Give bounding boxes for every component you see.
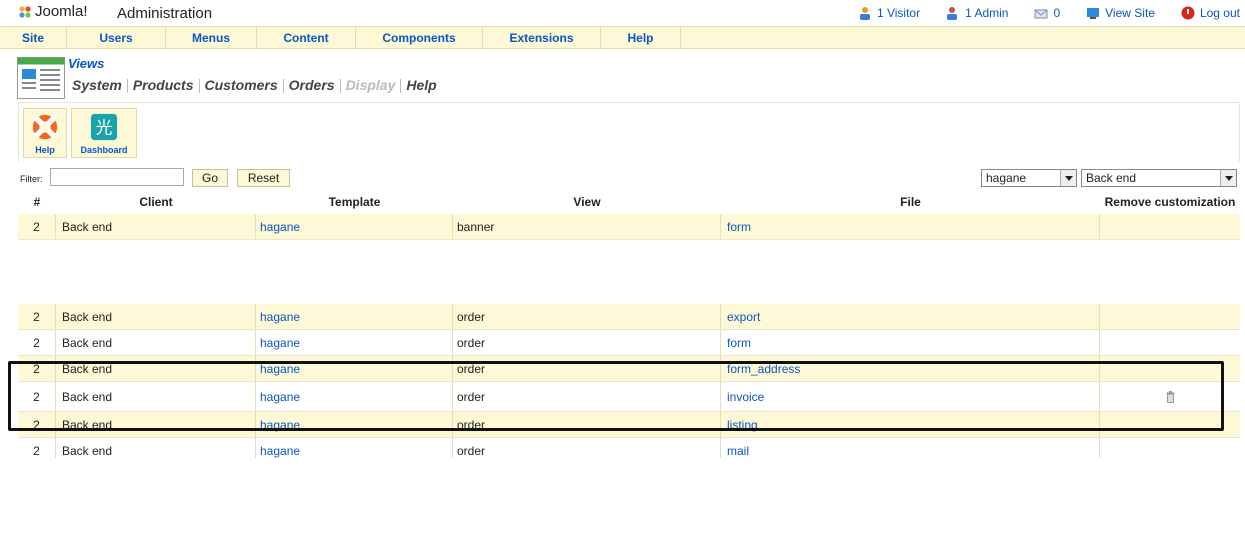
row-view: banner — [453, 214, 721, 239]
row-client: Back end — [56, 330, 256, 355]
row-num: 2 — [18, 438, 56, 458]
row-remove-cell — [1100, 330, 1240, 355]
row-view: order — [453, 330, 721, 355]
logout-label: Log out — [1199, 6, 1240, 20]
row-view: order — [453, 304, 721, 329]
row-num: 2 — [18, 330, 56, 355]
row-file-link[interactable]: mail — [721, 438, 1100, 458]
view-site-link[interactable]: View Site — [1086, 6, 1155, 20]
admins-label: 1 Admin — [965, 6, 1009, 20]
submenu-orders[interactable]: Orders — [289, 77, 335, 93]
row-client: Back end — [56, 214, 256, 239]
admin-icon — [947, 7, 958, 20]
joomla-logo-icon — [19, 5, 31, 18]
submenu-separator — [198, 79, 200, 93]
chevron-down-icon — [1220, 170, 1236, 186]
admin-title: Administration — [117, 5, 213, 22]
client-select[interactable]: Back end — [1081, 169, 1237, 187]
row-num: 2 — [18, 304, 56, 329]
row-template-link[interactable]: hagane — [256, 304, 453, 329]
submenu-help[interactable]: Help — [406, 77, 436, 93]
table-row: 2 Back end hagane order mail — [18, 438, 1240, 458]
logout-icon — [1181, 6, 1195, 20]
row-client: Back end — [56, 438, 256, 458]
submenu-system[interactable]: System — [72, 77, 122, 93]
main-menu: Site Users Menus Content Components Exte… — [0, 26, 1245, 49]
go-button[interactable]: Go — [192, 169, 228, 187]
row-file-link[interactable]: form — [721, 330, 1100, 355]
row-remove-cell — [1100, 214, 1240, 239]
menu-users[interactable]: Users — [67, 27, 166, 49]
filter-input[interactable] — [50, 168, 184, 186]
row-template-link[interactable]: hagane — [256, 214, 453, 239]
header-remove-customization: Remove customization — [1104, 195, 1236, 209]
menu-help[interactable]: Help — [601, 27, 681, 49]
dashboard-icon: 光 — [90, 113, 118, 141]
monitor-icon — [1087, 8, 1100, 19]
header-file[interactable]: File — [721, 195, 1100, 209]
submenu-products[interactable]: Products — [133, 77, 194, 93]
header-num: # — [33, 195, 41, 209]
top-bar: Joomla! Administration 1 Visitor 1 Admin… — [0, 0, 1245, 26]
header-view[interactable]: View — [453, 195, 721, 209]
submenu-separator — [282, 79, 284, 93]
submenu-customers[interactable]: Customers — [205, 77, 278, 93]
table-header: # Client Template View File Remove custo… — [18, 191, 1240, 213]
row-file-link[interactable]: export — [721, 304, 1100, 329]
joomla-logo: Joomla! — [18, 3, 88, 20]
visitors-label: 1 Visitor — [876, 6, 921, 20]
row-remove-cell — [1100, 304, 1240, 329]
admins-link[interactable]: 1 Admin — [946, 6, 1008, 20]
table-row: 2 Back end hagane order form — [18, 330, 1240, 356]
views-icon — [17, 57, 65, 99]
reset-button[interactable]: Reset — [237, 169, 290, 187]
message-icon — [1034, 9, 1048, 19]
visitors-link[interactable]: 1 Visitor — [858, 6, 920, 20]
filter-label: Filter: — [20, 174, 43, 184]
menu-components[interactable]: Components — [356, 27, 483, 49]
row-num: 2 — [18, 214, 56, 239]
dashboard-button-label: Dashboard — [80, 145, 128, 155]
submenu-display: Display — [345, 77, 396, 93]
page-title: Views — [68, 56, 105, 71]
menu-site[interactable]: Site — [0, 27, 67, 49]
logout-link[interactable]: Log out — [1181, 6, 1240, 20]
row-client: Back end — [56, 304, 256, 329]
template-select[interactable]: hagane — [981, 169, 1077, 187]
view-site-label: View Site — [1105, 6, 1155, 20]
submenu-separator — [339, 79, 341, 93]
visitor-icon — [859, 7, 870, 20]
svg-text:光: 光 — [96, 118, 113, 138]
views-submenu: System Products Customers Orders Display… — [72, 77, 437, 93]
filter-row: Filter: Go Reset hagane Back end — [18, 164, 1240, 190]
menu-extensions[interactable]: Extensions — [483, 27, 601, 49]
messages-label: 0 — [1053, 6, 1061, 20]
template-select-value: hagane — [986, 171, 1027, 185]
help-button-label: Help — [35, 145, 55, 155]
row-remove-cell — [1100, 438, 1240, 458]
row-file-link[interactable]: form — [721, 214, 1100, 239]
client-select-value: Back end — [1086, 171, 1137, 185]
messages-link[interactable]: 0 — [1034, 6, 1060, 20]
help-button[interactable]: Help — [23, 108, 67, 158]
highlight-box — [8, 361, 1224, 431]
table-row: 2 Back end hagane order export — [18, 304, 1240, 330]
submenu-separator — [400, 79, 402, 93]
logo-text: Joomla! — [35, 3, 88, 20]
chevron-down-icon — [1060, 170, 1076, 186]
lifebuoy-icon — [32, 114, 58, 140]
table-row: 2 Back end hagane banner form — [18, 214, 1240, 240]
submenu-separator — [126, 79, 128, 93]
menu-menus[interactable]: Menus — [166, 27, 257, 49]
row-view: order — [453, 438, 721, 458]
toolbar: Help 光 Dashboard — [18, 102, 1240, 162]
dashboard-button[interactable]: 光 Dashboard — [71, 108, 137, 158]
menu-content[interactable]: Content — [257, 27, 356, 49]
row-template-link[interactable]: hagane — [256, 330, 453, 355]
header-client[interactable]: Client — [56, 195, 256, 209]
row-template-link[interactable]: hagane — [256, 438, 453, 458]
status-links: 1 Visitor 1 Admin 0 View Site Log out — [832, 6, 1245, 20]
header-template[interactable]: Template — [256, 195, 453, 209]
